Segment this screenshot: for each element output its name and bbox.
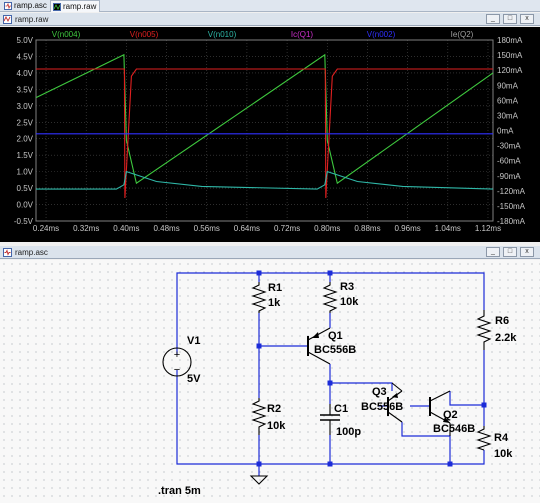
x-tick-label: 1.12ms — [475, 224, 501, 233]
maximize-button[interactable]: □ — [503, 247, 517, 257]
minus-sign-icon: − — [174, 364, 180, 376]
x-tick-label: 0.80ms — [314, 224, 340, 233]
legend-entry[interactable]: Ie(Q2) — [451, 30, 474, 39]
r2-value-label: 10k — [267, 420, 286, 432]
spice-directive[interactable]: .tran 5m — [158, 485, 201, 497]
q3-value-label: BC556B — [361, 401, 403, 413]
y-right-tick-label: -150mA — [497, 202, 526, 211]
y-left-tick-label: 4.0V — [17, 69, 34, 78]
document-tab-bar: ramp.asc ramp.raw — [0, 0, 540, 12]
x-tick-label: 1.04ms — [435, 224, 461, 233]
v1-ref-label: V1 — [187, 335, 200, 347]
y-right-tick-label: 30mA — [497, 111, 519, 120]
y-left-tick-label: 5.0V — [17, 36, 34, 45]
junction-dot — [327, 270, 333, 276]
plot-window-titlebar[interactable]: ramp.raw _ □ x — [0, 13, 540, 26]
x-tick-label: 0.96ms — [395, 224, 421, 233]
y-right-tick-label: -30mA — [497, 142, 521, 151]
c1-value-label: 100p — [336, 426, 361, 438]
x-tick-label: 0.48ms — [153, 224, 179, 233]
y-right-tick-label: -120mA — [497, 187, 526, 196]
junction-dot — [481, 402, 487, 408]
y-right-tick-label: -60mA — [497, 157, 521, 166]
q3-ref-label: Q3 — [372, 386, 387, 398]
legend-entry[interactable]: V(n010) — [208, 30, 237, 39]
legend-entry[interactable]: V(n005) — [130, 30, 159, 39]
minimize-button[interactable]: _ — [486, 247, 500, 257]
y-left-tick-label: 0.0V — [17, 201, 34, 210]
legend-entry[interactable]: V(n004) — [52, 30, 81, 39]
plot-window-title: ramp.raw — [15, 15, 49, 24]
tab-ramp-raw[interactable]: ramp.raw — [50, 0, 100, 12]
c1-ref-label: C1 — [334, 403, 348, 415]
waveform-plot[interactable]: 5.0V 4.5V 4.0V 3.5V 3.0V 2.5V 2.0V 1.5V 1.0V 0.5V… — [0, 27, 540, 242]
y-left-tick-label: 2.0V — [17, 135, 34, 144]
x-tick-label: 0.56ms — [194, 224, 220, 233]
r1-ref-label: R1 — [268, 282, 282, 294]
x-tick-label: 0.24ms — [33, 224, 59, 233]
v1-value-label: 5V — [187, 373, 201, 385]
y-right-tick-label: 0mA — [497, 127, 514, 136]
q2-ref-label: Q2 — [443, 409, 458, 421]
r2-ref-label: R2 — [267, 403, 281, 415]
r3-value-label: 10k — [340, 296, 359, 308]
y-right-tick-label: 90mA — [497, 81, 519, 90]
y-right-tick-label: 60mA — [497, 96, 519, 105]
junction-dot — [447, 461, 453, 467]
tab-ramp-asc[interactable]: ramp.asc — [2, 0, 48, 12]
waveform-icon — [3, 15, 12, 24]
y-right-tick-label: 150mA — [497, 51, 523, 60]
junction-dot — [327, 380, 333, 386]
plus-sign-icon: + — [174, 349, 180, 361]
x-tick-label: 0.32ms — [73, 224, 99, 233]
junction-dot — [256, 461, 262, 467]
schematic-icon — [3, 248, 12, 257]
x-tick-label: 0.40ms — [113, 224, 139, 233]
legend-entry[interactable]: Ic(Q1) — [291, 30, 314, 39]
r6-value-label: 2.2k — [495, 332, 517, 344]
legend-entry[interactable]: V(n002) — [367, 30, 396, 39]
r6-ref-label: R6 — [495, 315, 509, 327]
junction-dot — [327, 461, 333, 467]
q1-ref-label: Q1 — [328, 330, 343, 342]
y-right-tick-label: 120mA — [497, 66, 523, 75]
junction-dot — [256, 343, 262, 349]
y-left-tick-label: 4.5V — [17, 52, 34, 61]
tab-label: ramp.asc — [14, 1, 47, 10]
r3-ref-label: R3 — [340, 281, 354, 293]
schematic-window-titlebar[interactable]: ramp.asc _ □ x — [0, 246, 540, 259]
junction-dot — [256, 270, 262, 276]
tab-label: ramp.raw — [63, 2, 97, 11]
y-right-tick-label: -180mA — [497, 217, 526, 226]
y-right-tick-label: -90mA — [497, 172, 521, 181]
y-left-tick-label: 1.5V — [17, 151, 34, 160]
r4-value-label: 10k — [494, 448, 513, 460]
schematic-icon — [4, 2, 12, 10]
y-left-tick-label: 2.5V — [17, 118, 34, 127]
y-left-tick-label: 3.5V — [17, 85, 34, 94]
x-tick-label: 0.72ms — [274, 224, 300, 233]
minimize-button[interactable]: _ — [486, 14, 500, 24]
y-left-tick-label: 1.0V — [17, 168, 34, 177]
r1-value-label: 1k — [268, 297, 281, 309]
maximize-button[interactable]: □ — [503, 14, 517, 24]
q1-value-label: BC556B — [314, 344, 356, 356]
y-left-tick-label: 3.0V — [17, 102, 34, 111]
schematic-window-title: ramp.asc — [15, 248, 48, 257]
r4-ref-label: R4 — [494, 432, 509, 444]
x-tick-label: 0.64ms — [234, 224, 260, 233]
y-left-tick-label: 0.5V — [17, 184, 34, 193]
close-button[interactable]: x — [520, 14, 534, 24]
close-button[interactable]: x — [520, 247, 534, 257]
q2-value-label: BC546B — [433, 423, 475, 435]
plot-background — [0, 27, 540, 242]
x-tick-label: 0.88ms — [354, 224, 380, 233]
y-left-tick-label: -0.5V — [14, 217, 34, 226]
waveform-icon — [53, 3, 61, 11]
y-right-tick-label: 180mA — [497, 36, 523, 45]
schematic-canvas[interactable]: + − V1 5V R1 1k R3 10k Q1 BC556B R2 10k … — [0, 260, 540, 503]
